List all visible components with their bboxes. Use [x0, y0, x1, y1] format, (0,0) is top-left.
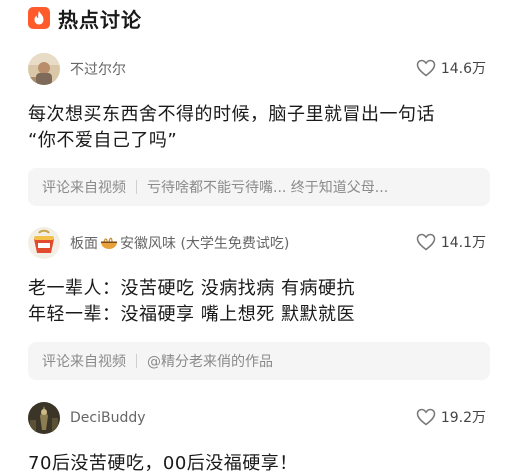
comment-text: 老一辈人：没苦硬吃 没病找病 有病硬抗 年轻一辈：没福硬享 嘴上想死 默默就医 [28, 276, 490, 328]
source-text: 亏待啥都不能亏待嘴... 终于知道父母... [147, 180, 389, 196]
like-count: 14.1万 [440, 235, 486, 251]
username[interactable]: 不过尔尔 [70, 59, 126, 79]
comment-item: 不过尔尔 14.6万 每次想买东西舍不得的时候，脑子里就冒出一句话 “你不爱自己… [28, 53, 490, 206]
avatar[interactable] [28, 53, 60, 85]
avatar[interactable] [28, 402, 60, 434]
avatar[interactable] [28, 227, 60, 259]
username-part: 安徽风味 (大学生免费试吃) [120, 236, 290, 252]
comment-item: 板面 安徽风味 (大学生免费试吃) 14.1万 老一辈人：没苦硬吃 没病找病 有病… [28, 227, 490, 380]
like-button[interactable]: 14.1万 [416, 232, 486, 252]
video-source-link[interactable]: 评论来自视频 亏待啥都不能亏待嘴... 终于知道父母... [28, 168, 490, 206]
username[interactable]: 板面 安徽风味 (大学生免费试吃) [70, 233, 289, 253]
divider [136, 180, 137, 194]
heart-icon [416, 408, 436, 426]
comment-line: 每次想买东西舍不得的时候，脑子里就冒出一句话 [28, 104, 435, 125]
heart-icon [416, 59, 436, 77]
like-button[interactable]: 19.2万 [416, 407, 486, 427]
fire-icon [28, 7, 50, 29]
comment-line: 70后没苦硬吃，00后没福硬享！ [28, 453, 298, 473]
comment-text: 每次想买东西舍不得的时候，脑子里就冒出一句话 “你不爱自己了吗” [28, 102, 490, 154]
comment-header: 不过尔尔 14.6万 [28, 53, 490, 85]
like-count: 14.6万 [440, 61, 486, 77]
comment-item: DeciBuddy 19.2万 70后没苦硬吃，00后没福硬享！ [28, 402, 490, 473]
comment-header: 板面 安徽风味 (大学生免费试吃) 14.1万 [28, 227, 490, 259]
comment-header: DeciBuddy 19.2万 [28, 402, 490, 434]
username-part: 板面 [70, 236, 98, 252]
source-label: 评论来自视频 [42, 354, 126, 370]
username[interactable]: DeciBuddy [70, 410, 146, 426]
comment-text: 70后没苦硬吃，00后没福硬享！ [28, 451, 490, 473]
divider [136, 354, 137, 368]
section-title: 热点讨论 [58, 7, 142, 32]
video-source-link[interactable]: 评论来自视频 @精分老来俏的作品 [28, 342, 490, 380]
comment-line: 年轻一辈：没福硬享 嘴上想死 默默就医 [28, 304, 355, 325]
source-text: @精分老来俏的作品 [147, 354, 273, 370]
source-label: 评论来自视频 [42, 180, 126, 196]
section-header: 热点讨论 [28, 4, 142, 32]
like-button[interactable]: 14.6万 [416, 58, 486, 78]
comment-line: 老一辈人：没苦硬吃 没病找病 有病硬抗 [28, 278, 355, 299]
heart-icon [416, 233, 436, 251]
comment-line: “你不爱自己了吗” [28, 130, 178, 151]
noodle-bowl-icon [101, 237, 117, 249]
like-count: 19.2万 [440, 410, 486, 426]
